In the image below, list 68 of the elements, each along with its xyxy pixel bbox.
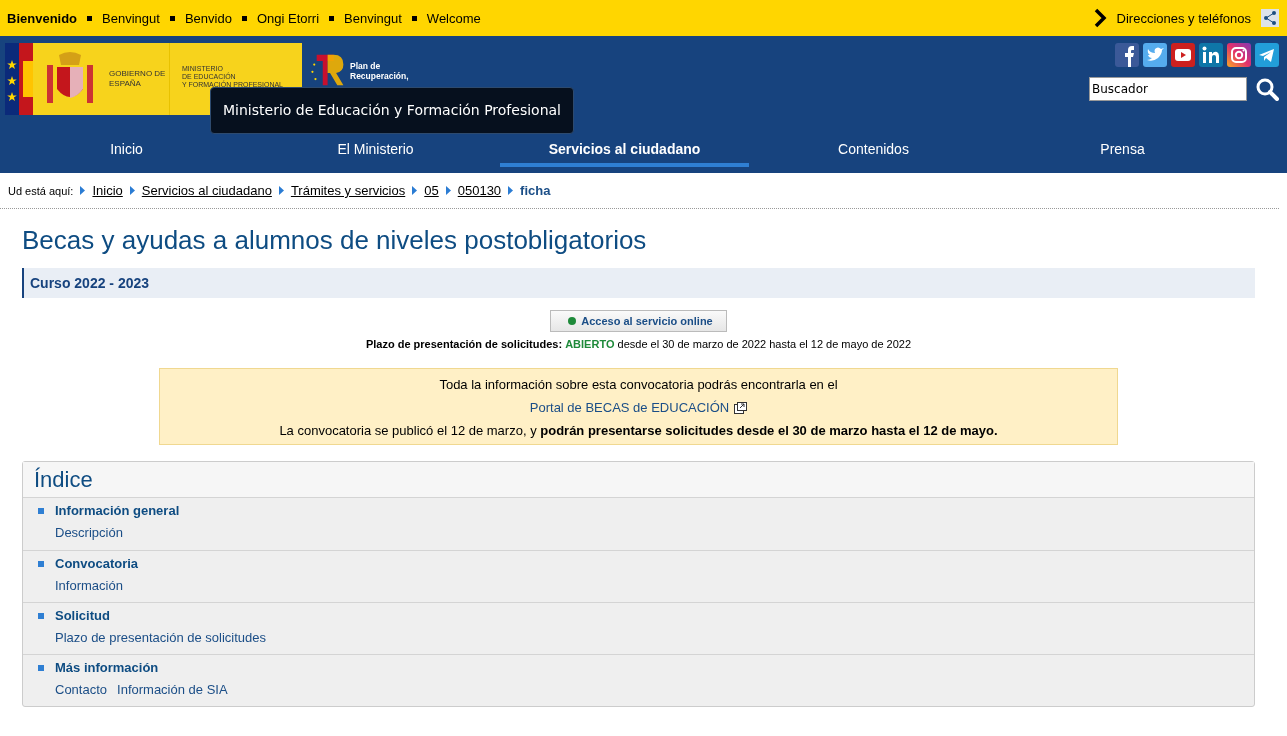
triangle-icon	[80, 186, 86, 195]
index-link[interactable]: Información	[55, 578, 123, 593]
deadline-text: Plazo de presentación de solicitudes: ABIERTO desde el 30 de marzo de 2022 hasta el 12 de mayo de 2022	[365, 338, 912, 350]
breadcrumb-link[interactable]: Servicios al ciudadano	[141, 183, 272, 198]
facebook-icon[interactable]	[1115, 43, 1139, 67]
breadcrumb-link[interactable]: 05	[424, 183, 439, 198]
language-link[interactable]: Bienvenido	[7, 10, 78, 26]
search-icon[interactable]	[1255, 77, 1279, 101]
index-section-link[interactable]: Convocatoria	[55, 556, 139, 571]
directions-link[interactable]: Direcciones y teléfonos	[1116, 10, 1251, 26]
index-title: Índice	[23, 462, 1254, 498]
notice-text: Toda la información sobre esta convocatoria podrás encontrarla en el	[438, 377, 839, 392]
plan-label: Plan de	[350, 61, 382, 72]
bullet-icon	[38, 560, 44, 567]
flag-icon	[5, 43, 33, 115]
bullet-icon	[38, 507, 44, 514]
plan-label: Recuperación,	[350, 71, 409, 82]
triangle-icon	[445, 186, 451, 195]
chevron-icon	[1092, 8, 1107, 28]
nav-tab[interactable]: Prensa	[998, 137, 1247, 167]
portal-link[interactable]: Portal de BECAS de EDUCACIÓN	[529, 400, 730, 415]
language-link[interactable]: Ongi Etorri	[256, 10, 320, 26]
bullet-icon	[241, 15, 247, 21]
course-heading: Curso 2022 - 2023	[22, 268, 1255, 298]
language-link[interactable]: Benvingut	[102, 10, 160, 26]
twitter-icon[interactable]	[1143, 43, 1167, 67]
index-section-link[interactable]: Información general	[55, 503, 180, 518]
linkedin-icon[interactable]	[1199, 43, 1223, 67]
youtube-icon[interactable]	[1171, 43, 1195, 67]
telegram-icon[interactable]	[1255, 43, 1279, 67]
language-link[interactable]: Benvido	[184, 10, 232, 26]
triangle-icon	[508, 186, 514, 195]
page-title: Becas y ayudas a alumnos de niveles postobligatorios	[22, 225, 648, 256]
recovery-plan-logo	[310, 54, 344, 86]
nav-tab[interactable]: Servicios al ciudadano	[500, 137, 749, 167]
bullet-icon	[411, 15, 417, 21]
language-link[interactable]: Welcome	[426, 10, 481, 26]
bullet-icon	[38, 612, 44, 619]
breadcrumb-link[interactable]: 050130	[457, 183, 502, 198]
bullet-icon	[169, 15, 175, 21]
search-field[interactable]: Buscador	[1089, 77, 1247, 101]
online-service-button[interactable]: Acceso al servicio online	[550, 310, 727, 332]
tooltip: Ministerio de Educación y Formación Profesional	[210, 87, 574, 134]
nav-tab[interactable]: Contenidos	[749, 137, 998, 167]
index-section-link[interactable]: Solicitud	[55, 608, 110, 623]
breadcrumb-link[interactable]: Trámites y servicios	[290, 183, 406, 198]
nav-tab[interactable]: Inicio	[2, 137, 251, 167]
instagram-icon[interactable]	[1227, 43, 1251, 67]
index-link[interactable]: Contacto	[55, 682, 108, 697]
share-icon[interactable]	[1261, 9, 1279, 27]
triangle-icon	[129, 186, 135, 195]
bullet-icon	[38, 664, 44, 671]
breadcrumb-link[interactable]: Inicio	[92, 183, 123, 198]
triangle-icon	[412, 186, 418, 195]
breadcrumb-label: Ud está aquí:	[8, 184, 74, 197]
bullet-icon	[329, 15, 335, 21]
nav-tab[interactable]: El Ministerio	[251, 137, 500, 167]
index-link[interactable]: Plazo de presentación de solicitudes	[55, 630, 267, 645]
language-link[interactable]: Benvingut	[344, 10, 402, 26]
index-link[interactable]: Descripción	[55, 525, 123, 540]
index-link[interactable]: Información de SIA	[117, 682, 228, 697]
notice-text: La convocatoria se publicó el 12 de marzo, y podrán presentarse solicitudes desde el 30 de marzo hasta el 12 de mayo.	[278, 423, 999, 438]
government-label: GOBIERNO DE ESPAÑA	[109, 69, 167, 89]
bullet-icon	[87, 15, 93, 21]
triangle-icon	[278, 186, 284, 195]
external-link-icon	[734, 401, 748, 414]
index-section-link[interactable]: Más información	[55, 660, 159, 675]
breadcrumb-current: ficha	[520, 183, 551, 198]
